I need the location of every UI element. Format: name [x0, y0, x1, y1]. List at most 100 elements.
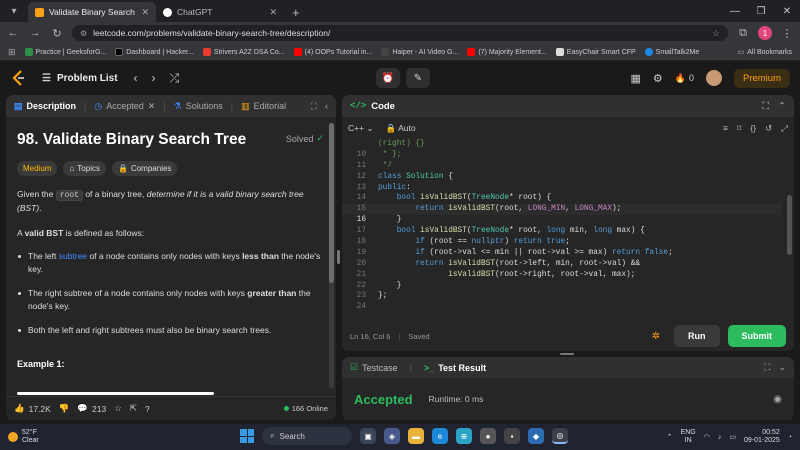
- editor-scrollbar[interactable]: [787, 195, 792, 255]
- apps-icon[interactable]: ⊞: [8, 47, 16, 58]
- bookmark-item[interactable]: EasyChair Smart CFP: [555, 48, 636, 56]
- tab-test-result[interactable]: >_ Test Result: [424, 363, 486, 373]
- site-info-icon[interactable]: ⚙: [80, 29, 87, 38]
- copilot-icon[interactable]: ◈: [384, 428, 400, 444]
- battery-icon[interactable]: ▭: [729, 433, 736, 441]
- run-button[interactable]: Run: [674, 325, 720, 347]
- extensions-icon[interactable]: ⧉: [736, 27, 750, 40]
- panel-resize-handle[interactable]: [337, 250, 340, 264]
- layout-icon[interactable]: ▦: [630, 72, 640, 85]
- share-icon[interactable]: ⇱: [130, 403, 137, 414]
- edge-icon[interactable]: e: [432, 428, 448, 444]
- tab-solutions[interactable]: ⚗ Solutions: [174, 101, 223, 112]
- tab-search-icon[interactable]: ▾: [0, 0, 28, 22]
- notes-icon[interactable]: ✎: [406, 68, 430, 88]
- close-tab-icon[interactable]: ✕: [269, 7, 277, 18]
- collapse-left-icon[interactable]: ‹: [325, 101, 328, 112]
- expand-icon[interactable]: ⛶: [311, 101, 317, 112]
- close-window-icon[interactable]: ✕: [774, 6, 800, 17]
- vscode-icon[interactable]: ◆: [528, 428, 544, 444]
- bookmark-icon[interactable]: ⌑: [737, 123, 741, 134]
- tab-editorial[interactable]: ▥ Editorial: [241, 101, 286, 112]
- format-icon[interactable]: ≡: [723, 123, 728, 134]
- vertical-resize-handle[interactable]: [560, 353, 574, 355]
- wifi-icon[interactable]: ◠: [704, 433, 710, 441]
- url-field[interactable]: ⚙ leetcode.com/problems/validate-binary-…: [72, 25, 728, 41]
- bookmark-item[interactable]: (4) OOPs Tutorial in...: [293, 48, 372, 56]
- timer-icon[interactable]: ⏰: [376, 68, 400, 88]
- browser-menu-icon[interactable]: ⋮: [780, 27, 794, 40]
- eye-icon[interactable]: ◉: [773, 394, 782, 405]
- debug-icon[interactable]: ✲: [652, 331, 660, 342]
- language-indicator[interactable]: ENG IN: [681, 429, 696, 445]
- browser-tab-leetcode[interactable]: Validate Binary Search Tree - Le ✕: [28, 2, 156, 22]
- star-bookmark-icon[interactable]: ☆: [712, 28, 720, 39]
- bookmark-item[interactable]: (7) Majority Element...: [467, 48, 547, 56]
- taskbar-search[interactable]: ⌕ Search: [262, 427, 352, 445]
- clock[interactable]: 00:52 09-01-2025: [744, 429, 780, 445]
- tab-description[interactable]: ▤ Description: [14, 101, 76, 112]
- terminal-app-icon[interactable]: ▪: [504, 428, 520, 444]
- subtree-link[interactable]: subtree: [59, 251, 87, 261]
- new-tab-button[interactable]: +: [284, 2, 308, 22]
- bookmark-item[interactable]: Strivers A2Z DSA Co...: [202, 48, 285, 56]
- volume-icon[interactable]: ♪: [718, 434, 722, 441]
- auto-mode[interactable]: 🔒 Auto: [386, 123, 416, 134]
- code-line: 15 return isValidBST(root, LONG_MIN, LON…: [342, 204, 794, 215]
- braces-icon[interactable]: {}: [750, 123, 756, 134]
- profile-avatar[interactable]: 1: [758, 26, 772, 40]
- star-icon[interactable]: ☆: [114, 403, 122, 414]
- topics-chip[interactable]: ⌂ Topics: [63, 161, 106, 176]
- collapse-icon[interactable]: ⌃: [778, 101, 786, 112]
- reload-icon[interactable]: ↻: [50, 27, 64, 40]
- streak-counter[interactable]: 🔥 0: [675, 73, 694, 84]
- submit-button[interactable]: Submit: [727, 325, 786, 347]
- tab-testcase[interactable]: ☑ Testcase: [350, 362, 398, 373]
- browser-tab-chatgpt[interactable]: ChatGPT ✕: [156, 2, 284, 22]
- bookmark-item[interactable]: Practice | GeeksforG...: [24, 48, 106, 56]
- minimize-icon[interactable]: —: [722, 6, 748, 17]
- scrollbar[interactable]: [329, 123, 334, 389]
- close-tab-icon[interactable]: ✕: [148, 101, 156, 112]
- prev-problem-icon[interactable]: ‹: [134, 71, 138, 86]
- expand-icon[interactable]: ⛶: [762, 101, 769, 112]
- language-select[interactable]: C++ ⌄: [348, 123, 374, 134]
- chevron-up-icon[interactable]: ⌃: [667, 433, 673, 441]
- collapse-icon[interactable]: ⌄: [778, 362, 786, 373]
- all-bookmarks-button[interactable]: ▭ All Bookmarks: [738, 48, 792, 57]
- tab-accepted[interactable]: ◷ Accepted ✕: [94, 101, 155, 112]
- dislike-icon[interactable]: 👎: [59, 403, 70, 414]
- reset-icon[interactable]: ↺: [765, 123, 772, 134]
- notification-icon[interactable]: ◔: [788, 434, 792, 441]
- maximize-icon[interactable]: ❐: [748, 6, 774, 17]
- expand-icon[interactable]: ⛶: [764, 362, 770, 373]
- weather-widget[interactable]: 52°F Clear: [8, 429, 39, 445]
- shuffle-icon[interactable]: ⤮: [170, 71, 180, 86]
- user-avatar[interactable]: [705, 70, 722, 86]
- forward-icon[interactable]: →: [28, 27, 42, 39]
- fullscreen-icon[interactable]: ⤢: [781, 123, 788, 134]
- bookmark-item[interactable]: SmallTalk2Me: [644, 48, 699, 56]
- windows-start-icon[interactable]: [240, 429, 254, 443]
- settings-gear-icon[interactable]: ⚙: [653, 72, 663, 85]
- next-problem-icon[interactable]: ›: [152, 71, 156, 86]
- leetcode-logo-icon[interactable]: [10, 69, 28, 87]
- chrome-icon[interactable]: ◎: [552, 428, 568, 444]
- scrollbar-thumb[interactable]: [329, 123, 334, 283]
- comments-button[interactable]: 💬 213: [77, 403, 106, 414]
- store-icon[interactable]: ⊕: [456, 428, 472, 444]
- file-explorer-icon[interactable]: ▬: [408, 428, 424, 444]
- premium-button[interactable]: Premium: [733, 68, 790, 88]
- companies-chip[interactable]: 🔒 Companies: [111, 161, 178, 176]
- bookmark-item[interactable]: Haiper - AI Video G...: [381, 48, 458, 56]
- back-icon[interactable]: ←: [6, 27, 20, 39]
- problem-list-button[interactable]: ☰ Problem List: [42, 73, 118, 84]
- github-icon[interactable]: ●: [480, 428, 496, 444]
- like-button[interactable]: 👍 17.2K: [14, 403, 51, 414]
- code-editor[interactable]: (right) {} 10 * }; 11 */12 class Solution {…: [342, 139, 794, 319]
- close-tab-icon[interactable]: ✕: [141, 7, 149, 18]
- problem-title[interactable]: 98. Validate Binary Search Tree: [17, 131, 325, 149]
- help-icon[interactable]: ?: [145, 404, 150, 414]
- task-view-icon[interactable]: ▣: [360, 428, 376, 444]
- bookmark-item[interactable]: Dashboard | Hacker...: [115, 48, 194, 56]
